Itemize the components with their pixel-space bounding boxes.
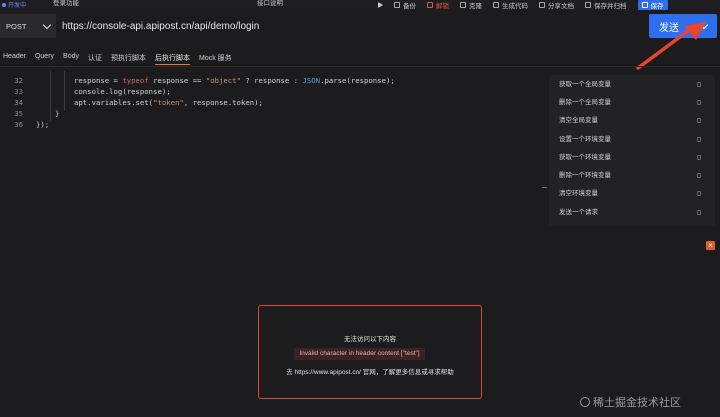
share-doc-button[interactable]: 分享文档: [539, 0, 574, 10]
share-icon: [539, 1, 545, 8]
clone-button[interactable]: 克隆: [460, 0, 482, 10]
snippet-item[interactable]: 清空环境变量: [559, 188, 709, 200]
snippet-label: 发送一个请求: [559, 209, 598, 216]
top-toolbar: 开发中 登录功能 接口说明 备份 解锁 克隆 生成代码 分享文档 保存并归档 保…: [0, 0, 720, 10]
snippet-item[interactable]: 发送一个请求: [559, 207, 709, 219]
insert-icon: [697, 137, 701, 142]
backup-icon: [394, 1, 400, 8]
watermark: 稀土掘金技术社区: [580, 394, 681, 410]
snippet-item[interactable]: 清空全局变量: [559, 115, 709, 127]
unlock-label: 解锁: [436, 2, 449, 10]
request-bar: POST https://console-api.apipost.cn/api/…: [0, 14, 720, 38]
code-line: apt.variables.set("token", response.toke…: [74, 98, 263, 107]
clone-label: 克隆: [469, 2, 482, 10]
close-icon[interactable]: ×: [706, 241, 715, 250]
code-line: response = typeof response == "object" ?…: [74, 76, 395, 85]
snippet-item[interactable]: 获取一个环境变量: [559, 152, 709, 164]
insert-icon: [697, 155, 701, 160]
snippet-label: 删除一个全局变量: [559, 99, 611, 106]
save-archive-label: 保存并归档: [594, 2, 627, 10]
line-gutter: 32 33 34 35 36: [0, 71, 28, 151]
status-badge[interactable]: 开发中: [2, 0, 26, 9]
tab-body[interactable]: Body: [63, 51, 79, 65]
request-tabs: Header Query Body 认证 预执行脚本 后执行脚本 Mock 服务: [0, 51, 720, 67]
share-doc-label: 分享文档: [548, 2, 574, 10]
run-button[interactable]: [378, 1, 383, 8]
save-button[interactable]: 保存: [637, 0, 668, 10]
doc-link[interactable]: 接口说明: [257, 0, 283, 8]
code-icon: [493, 1, 499, 8]
insert-icon: [697, 100, 701, 105]
archive-icon: [585, 1, 591, 8]
annotation-arrow-icon: [636, 22, 706, 70]
status-dot-icon: [2, 2, 6, 7]
status-label: 开发中: [8, 3, 27, 9]
watermark-text: 稀土掘金技术社区: [593, 397, 681, 409]
indent-guide: [50, 71, 51, 121]
unlock-button[interactable]: 解锁: [427, 0, 449, 10]
code-editor[interactable]: 32 33 34 35 36 response = typeof respons…: [0, 71, 548, 151]
error-title: 无法访问以下内容: [344, 336, 396, 343]
method-value: POST: [6, 21, 27, 31]
juejin-logo-icon: [580, 397, 590, 407]
chevron-down-icon: [42, 20, 52, 30]
save-icon: [641, 1, 648, 8]
tab-pre-script[interactable]: 预执行脚本: [111, 51, 146, 65]
snippet-item[interactable]: 设置一个环境变量: [559, 134, 709, 146]
clone-icon: [460, 1, 466, 8]
line-number: 32: [14, 76, 23, 85]
snippet-item[interactable]: 删除一个全局变量: [559, 97, 709, 109]
error-response-panel: 无法访问以下内容 Invalid character in header con…: [258, 305, 482, 399]
url-input[interactable]: https://console-api.apipost.cn/api/demo/…: [62, 14, 646, 38]
save-archive-button[interactable]: 保存并归档: [585, 0, 627, 10]
insert-icon: [697, 173, 701, 178]
line-number: 34: [14, 98, 23, 107]
error-message: Invalid character in header content ["te…: [294, 348, 425, 360]
backup-label: 备份: [403, 2, 416, 10]
snippet-label: 设置一个环境变量: [559, 136, 611, 143]
snippet-label: 清空环境变量: [559, 190, 598, 197]
snippet-label: 清空全局变量: [559, 117, 598, 124]
insert-icon: [697, 210, 701, 215]
tab-header[interactable]: Header: [3, 51, 26, 65]
tab-query[interactable]: Query: [35, 51, 54, 65]
insert-icon: [697, 82, 701, 87]
request-name[interactable]: 登录功能: [53, 0, 79, 8]
save-label: 保存: [650, 2, 664, 10]
snippet-item[interactable]: 删除一个环境变量: [559, 170, 709, 182]
panel-resize-handle[interactable]: [542, 187, 547, 188]
generate-code-label: 生成代码: [502, 2, 528, 10]
snippet-item[interactable]: 获取一个全局变量: [559, 79, 709, 91]
tab-post-script[interactable]: 后执行脚本: [155, 51, 190, 65]
error-help-link[interactable]: 去 https://www.apipost.cn/ 官网，了解更多信息或寻求帮助: [259, 366, 481, 376]
toolbar-actions: 备份 解锁 克隆 生成代码 分享文档 保存并归档 保存: [378, 0, 668, 10]
tab-mock[interactable]: Mock 服务: [199, 51, 232, 65]
tab-auth[interactable]: 认证: [88, 51, 102, 65]
snippet-label: 获取一个全局变量: [559, 81, 611, 88]
line-number: 35: [14, 109, 23, 118]
snippet-label: 删除一个环境变量: [559, 172, 611, 179]
indent-guide: [64, 71, 65, 111]
backup-button[interactable]: 备份: [394, 0, 416, 10]
code-line: console.log(response);: [74, 87, 171, 96]
insert-icon: [697, 118, 701, 123]
snippet-label: 获取一个环境变量: [559, 154, 611, 161]
snippet-panel: 获取一个全局变量 删除一个全局变量 清空全局变量 设置一个环境变量 获取一个环境…: [549, 75, 715, 226]
play-icon: [378, 1, 383, 8]
code-line: }: [55, 109, 60, 118]
lock-icon: [427, 1, 433, 8]
generate-code-button[interactable]: 生成代码: [493, 0, 528, 10]
insert-icon: [697, 191, 701, 196]
line-number: 36: [14, 120, 23, 129]
method-select[interactable]: POST: [0, 14, 56, 38]
line-number: 33: [14, 87, 23, 96]
tab-divider: [0, 66, 720, 67]
code-line: });: [36, 120, 50, 129]
